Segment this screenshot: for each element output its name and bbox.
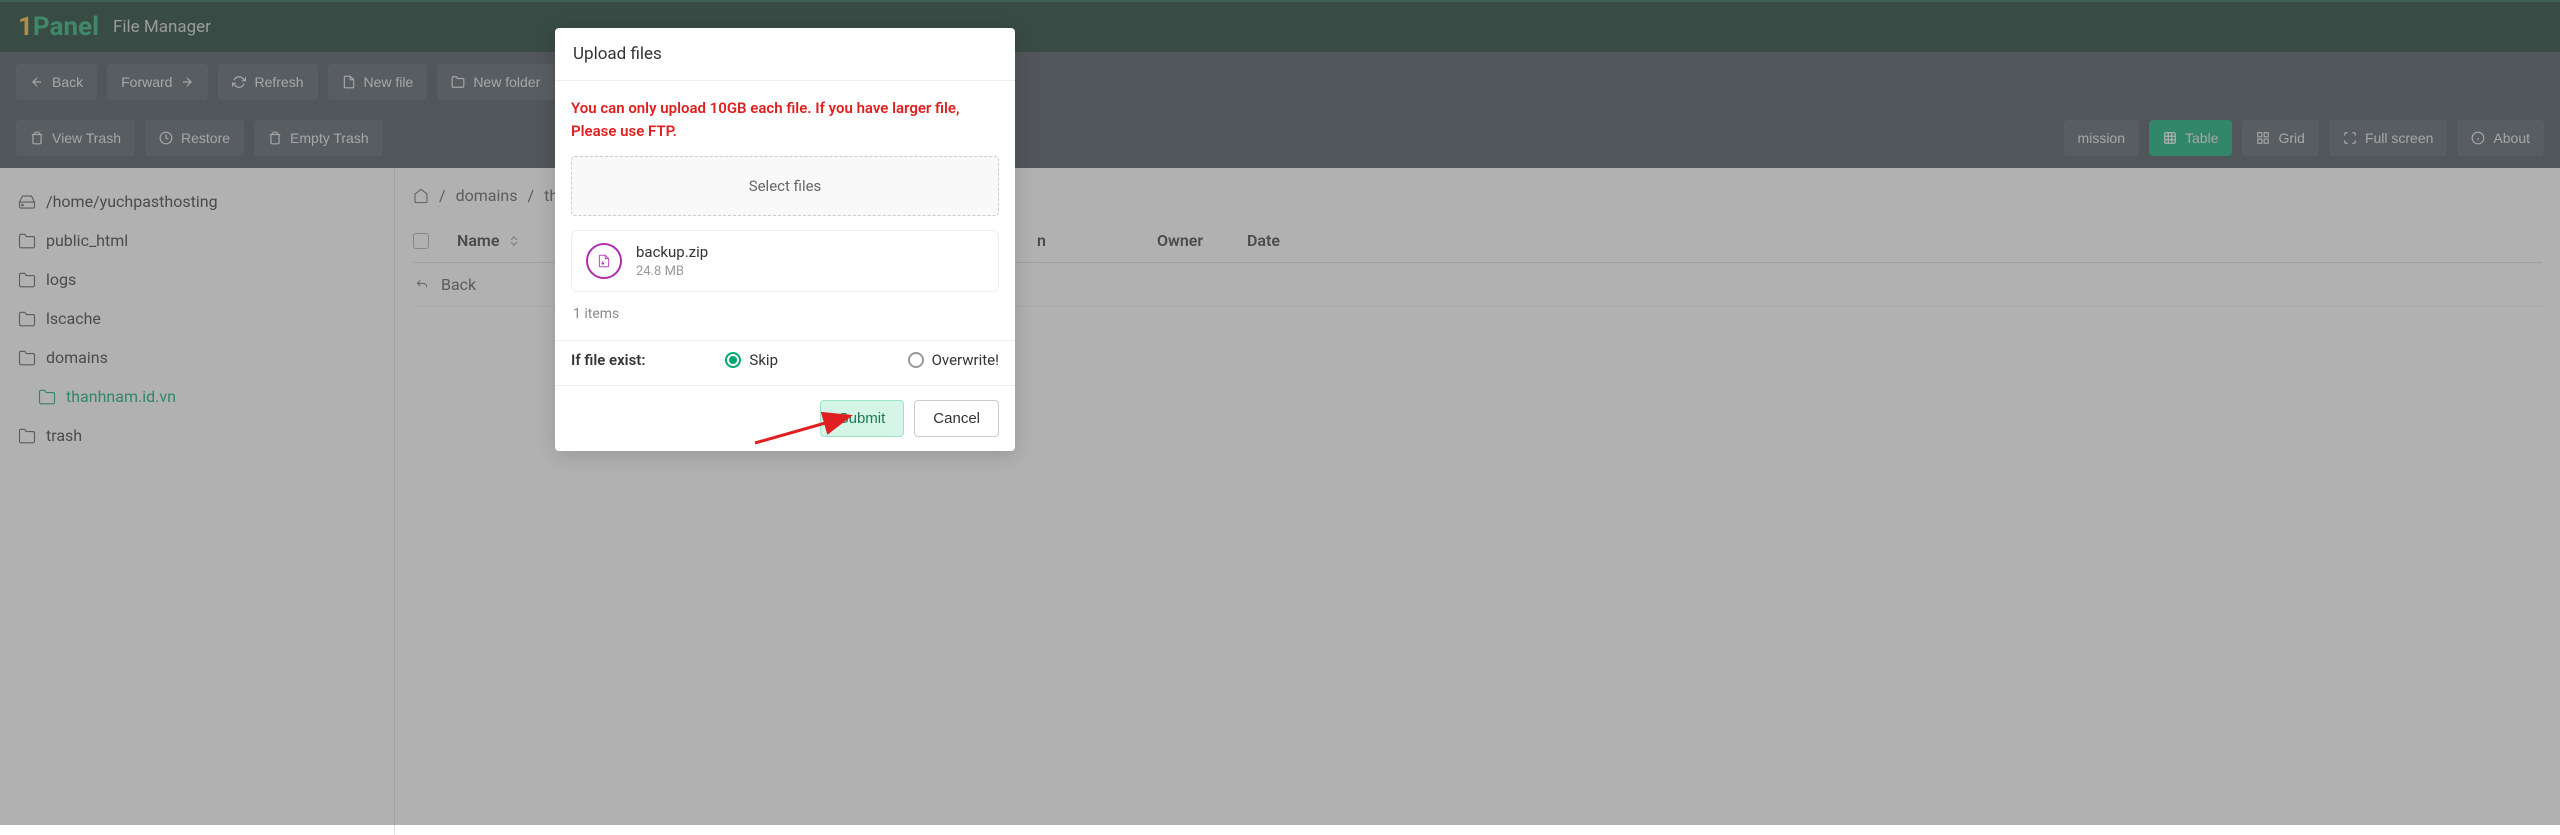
radio-overwrite[interactable]: Overwrite!	[908, 351, 999, 369]
radio-icon	[908, 352, 924, 368]
file-size: 24.8 MB	[636, 264, 708, 279]
radio-skip-label: Skip	[749, 351, 778, 369]
file-exist-row: If file exist: Skip Overwrite!	[555, 340, 1015, 385]
select-files-zone[interactable]: Select files	[571, 156, 999, 216]
cancel-button[interactable]: Cancel	[914, 400, 999, 437]
file-type-icon	[586, 243, 622, 279]
radio-icon	[725, 352, 741, 368]
radio-overwrite-label: Overwrite!	[932, 351, 999, 369]
file-name: backup.zip	[636, 243, 708, 261]
upload-modal: Upload files You can only upload 10GB ea…	[555, 28, 1015, 451]
radio-skip[interactable]: Skip	[725, 351, 778, 369]
exist-label: If file exist:	[571, 351, 645, 369]
submit-button[interactable]: Submit	[820, 400, 905, 437]
items-count: 1 items	[571, 292, 999, 332]
upload-warning: You can only upload 10GB each file. If y…	[571, 97, 999, 142]
modal-title: Upload files	[555, 28, 1015, 81]
select-files-label: Select files	[749, 177, 822, 195]
modal-footer: Submit Cancel	[555, 385, 1015, 451]
file-item: backup.zip 24.8 MB	[571, 230, 999, 292]
modal-overlay[interactable]	[0, 0, 2560, 825]
